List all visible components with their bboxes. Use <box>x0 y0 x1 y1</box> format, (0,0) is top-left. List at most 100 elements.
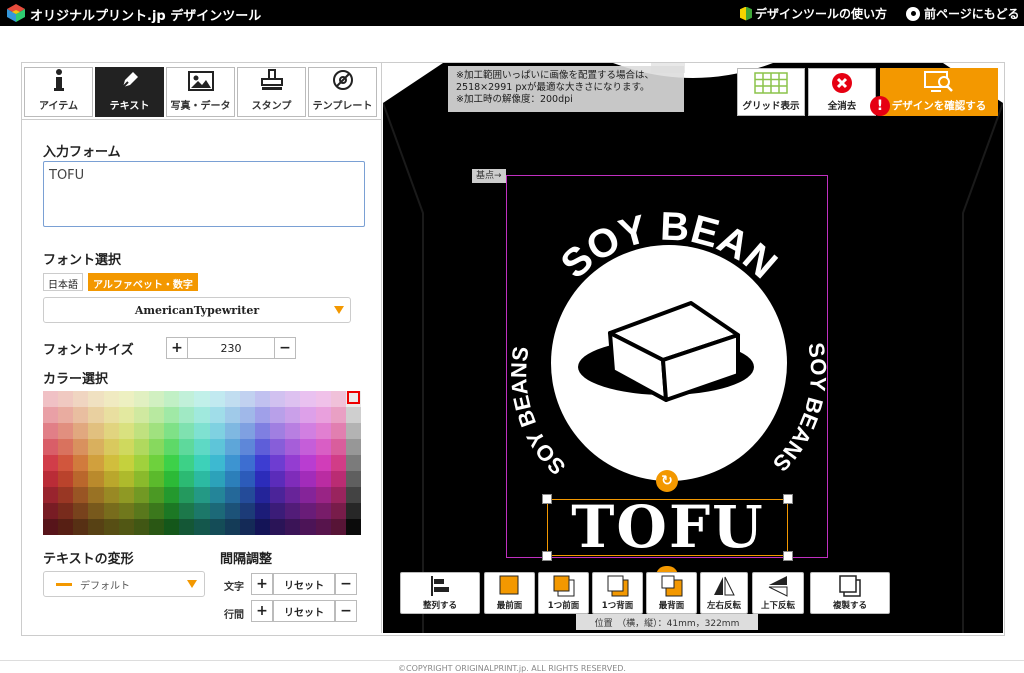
color-swatch[interactable] <box>300 455 316 471</box>
tab-text[interactable]: テキスト <box>95 67 164 117</box>
color-swatch[interactable] <box>194 455 210 471</box>
color-swatch[interactable] <box>58 487 74 503</box>
color-swatch[interactable] <box>209 503 225 519</box>
color-swatch[interactable] <box>224 407 240 423</box>
tab-stamp[interactable]: スタンプ <box>237 67 306 117</box>
color-swatch[interactable] <box>43 519 59 535</box>
color-swatch[interactable] <box>118 407 134 423</box>
color-swatch[interactable] <box>209 439 225 455</box>
color-swatch[interactable] <box>43 407 59 423</box>
color-swatch[interactable] <box>103 503 119 519</box>
color-swatch[interactable] <box>58 423 74 439</box>
color-swatch[interactable] <box>315 471 331 487</box>
color-swatch[interactable] <box>103 455 119 471</box>
color-swatch[interactable] <box>149 407 165 423</box>
color-swatch[interactable] <box>345 503 361 519</box>
color-swatch[interactable] <box>118 455 134 471</box>
resize-handle[interactable] <box>783 551 793 561</box>
color-swatch[interactable] <box>315 391 331 407</box>
color-swatch[interactable] <box>133 487 149 503</box>
color-swatch[interactable] <box>88 423 104 439</box>
color-swatch[interactable] <box>88 471 104 487</box>
color-swatch[interactable] <box>270 455 286 471</box>
color-swatch[interactable] <box>103 423 119 439</box>
color-swatch[interactable] <box>133 407 149 423</box>
color-swatch[interactable] <box>315 503 331 519</box>
color-swatch[interactable] <box>164 503 180 519</box>
color-swatch[interactable] <box>300 503 316 519</box>
color-swatch[interactable] <box>149 423 165 439</box>
color-swatch[interactable] <box>345 439 361 455</box>
color-swatch[interactable] <box>118 391 134 407</box>
color-swatch[interactable] <box>209 471 225 487</box>
color-swatch[interactable] <box>209 519 225 535</box>
color-swatch[interactable] <box>224 503 240 519</box>
color-swatch[interactable] <box>164 391 180 407</box>
color-swatch[interactable] <box>133 455 149 471</box>
font-japanese-button[interactable]: 日本語 <box>43 273 83 291</box>
color-swatch[interactable] <box>345 423 361 439</box>
grid-button[interactable]: グリッド表示 <box>737 68 805 116</box>
color-swatch[interactable] <box>58 391 74 407</box>
color-swatch[interactable] <box>179 455 195 471</box>
color-swatch[interactable] <box>224 487 240 503</box>
color-swatch[interactable] <box>285 503 301 519</box>
color-swatch[interactable] <box>209 391 225 407</box>
color-swatch[interactable] <box>285 407 301 423</box>
color-swatch[interactable] <box>58 439 74 455</box>
font-family-select[interactable]: AmericanTypewriter <box>43 297 351 323</box>
color-swatch[interactable] <box>118 423 134 439</box>
color-swatch[interactable] <box>164 519 180 535</box>
color-swatch[interactable] <box>164 487 180 503</box>
color-swatch[interactable] <box>164 407 180 423</box>
color-swatch[interactable] <box>300 519 316 535</box>
color-swatch[interactable] <box>345 487 361 503</box>
color-swatch[interactable] <box>164 471 180 487</box>
bring-front-button[interactable]: 最前面 <box>484 572 535 614</box>
color-swatch[interactable] <box>58 519 74 535</box>
color-swatch[interactable] <box>179 423 195 439</box>
align-button[interactable]: 整列する <box>400 572 480 614</box>
color-swatch[interactable] <box>58 503 74 519</box>
font-size-value[interactable]: 230 <box>188 337 274 359</box>
font-alphabet-button[interactable]: アルファベット・数字 <box>88 273 198 291</box>
flip-vertical-button[interactable]: 上下反転 <box>752 572 804 614</box>
color-swatch[interactable] <box>43 471 59 487</box>
resize-handle[interactable] <box>542 494 552 504</box>
color-swatch[interactable] <box>345 519 361 535</box>
color-swatch[interactable] <box>88 503 104 519</box>
color-swatch[interactable] <box>224 391 240 407</box>
color-swatch[interactable] <box>285 519 301 535</box>
tab-template[interactable]: テンプレート <box>308 67 377 117</box>
rotate-handle-icon[interactable]: ↻ <box>656 470 678 492</box>
color-swatch[interactable] <box>149 503 165 519</box>
color-swatch[interactable] <box>345 455 361 471</box>
color-swatch[interactable] <box>300 439 316 455</box>
color-swatch[interactable] <box>164 439 180 455</box>
color-swatch[interactable] <box>118 519 134 535</box>
color-swatch[interactable] <box>315 487 331 503</box>
color-swatch[interactable] <box>270 487 286 503</box>
font-size-increase-button[interactable]: + <box>166 337 188 359</box>
color-swatch[interactable] <box>224 455 240 471</box>
color-swatch[interactable] <box>330 487 346 503</box>
color-swatch[interactable] <box>255 455 271 471</box>
color-swatch[interactable] <box>285 439 301 455</box>
color-swatch[interactable] <box>73 455 89 471</box>
color-swatch[interactable] <box>239 487 255 503</box>
color-swatch[interactable] <box>58 455 74 471</box>
color-swatch[interactable] <box>118 439 134 455</box>
color-swatch[interactable] <box>179 471 195 487</box>
text-input[interactable]: TOFU <box>43 161 365 227</box>
color-swatch[interactable] <box>149 455 165 471</box>
font-size-decrease-button[interactable]: − <box>274 337 296 359</box>
color-swatch[interactable] <box>239 503 255 519</box>
color-swatch[interactable] <box>239 407 255 423</box>
color-swatch[interactable] <box>270 423 286 439</box>
color-swatch[interactable] <box>88 455 104 471</box>
color-swatch[interactable] <box>149 487 165 503</box>
text-transform-select[interactable]: デフォルト <box>43 571 205 597</box>
color-swatch[interactable] <box>330 519 346 535</box>
color-swatch[interactable] <box>88 391 104 407</box>
color-swatch[interactable] <box>285 487 301 503</box>
